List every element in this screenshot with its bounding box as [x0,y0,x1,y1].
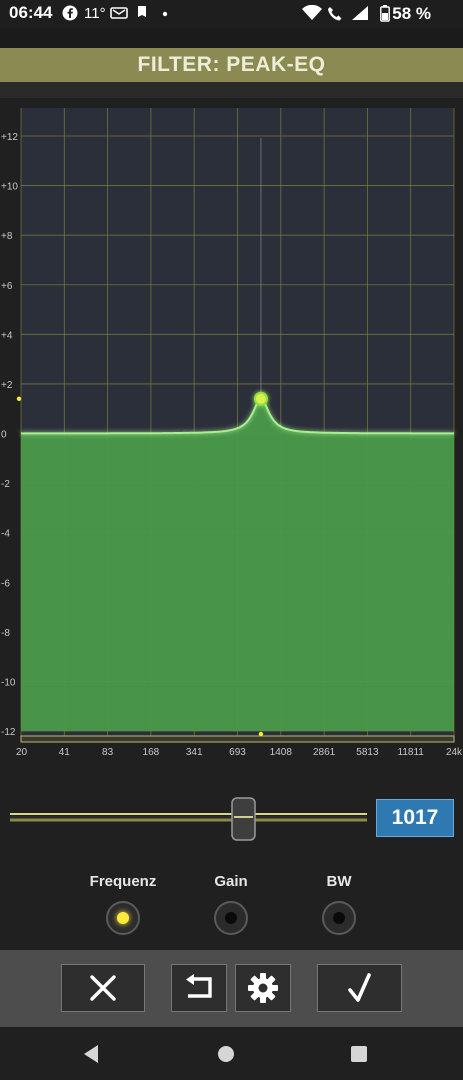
gain-knob[interactable] [214,901,248,935]
facebook-icon [62,5,78,21]
y-tick-label: +10 [1,182,18,193]
title-spacer [0,82,463,98]
knob-indicator [333,912,345,924]
y-tick-label: -2 [1,479,10,490]
x-axis-ticks: 20 41 83 168 341 693 1408 2861 5813 11811 24k [16,747,463,758]
response-fill [21,398,454,731]
system-nav-bar [0,1027,463,1080]
y-tick-label: -10 [1,677,16,688]
knob-label-frequenz: Frequenz [89,873,157,890]
x-tick-label: 168 [143,747,160,758]
x-tick-label: 341 [186,747,203,758]
dot-icon [162,11,168,17]
y-tick-label: -8 [1,628,10,639]
knob-label-gain: Gain [214,873,248,890]
frequenz-knob[interactable] [106,901,140,935]
bw-knob[interactable] [322,901,356,935]
y-tick-label: +8 [1,231,13,242]
y-tick-label: +2 [1,380,13,391]
signal-icon [352,6,368,20]
frequency-track [20,735,455,743]
undo-icon [186,974,212,998]
x-tick-label: 5813 [356,747,379,758]
gear-icon [248,973,278,1003]
page-title: FILTER: PEAK-EQ [137,53,326,76]
x-tick-label: 693 [229,747,246,758]
status-battery: 58 % [392,4,431,23]
y-tick-label: -4 [1,529,10,540]
x-tick-label: 2861 [313,747,336,758]
notification-icon [138,6,146,17]
y-tick-label: +6 [1,281,13,292]
home-icon[interactable] [216,1044,236,1064]
header-spacer [0,28,463,48]
y-tick-label: 0 [1,430,7,441]
frequency-marker [258,731,264,737]
status-bar: 06:44 11° 58 % [0,0,463,28]
filter-response-chart[interactable]: +12 +10 +8 +6 +4 +2 0 -2 -4 -6 -8 -10 -12 20 41 83 168 3… [0,98,463,765]
back-icon[interactable] [82,1044,100,1064]
y-tick-label: -12 [1,727,16,738]
cancel-button[interactable] [61,964,145,1012]
x-tick-label: 41 [59,747,71,758]
wifi-icon [302,5,322,20]
status-temperature: 11° [84,5,106,22]
x-tick-label: 24k [446,747,463,758]
y-tick-label: +12 [1,132,18,143]
frequency-value[interactable]: 1017 [376,799,454,837]
knob-indicator [225,912,237,924]
x-tick-label: 1408 [270,747,293,758]
knob-indicator [117,912,129,924]
bottom-toolbar [0,950,463,1027]
close-icon [90,975,116,1001]
x-tick-label: 83 [102,747,114,758]
settings-button[interactable] [235,964,291,1012]
status-time: 06:44 [9,3,53,22]
y-axis-ticks: +12 +10 +8 +6 +4 +2 0 -2 -4 -6 -8 -10 -12 [1,132,18,738]
x-tick-label: 11811 [398,747,425,758]
peak-handle[interactable] [253,391,268,406]
title-bar: FILTER: PEAK-EQ [0,48,463,82]
gain-marker [16,396,22,401]
x-tick-label: 20 [16,747,28,758]
recents-icon[interactable] [349,1044,369,1064]
weather-icon [110,7,128,19]
call-icon [328,7,342,21]
battery-icon [380,5,390,22]
knob-label-bw: BW [326,873,352,890]
undo-button[interactable] [171,964,227,1012]
y-tick-label: -6 [1,578,10,589]
slider-thumb[interactable] [231,797,256,841]
y-tick-label: +4 [1,330,13,341]
check-icon [347,973,371,1002]
confirm-button[interactable] [317,964,402,1012]
